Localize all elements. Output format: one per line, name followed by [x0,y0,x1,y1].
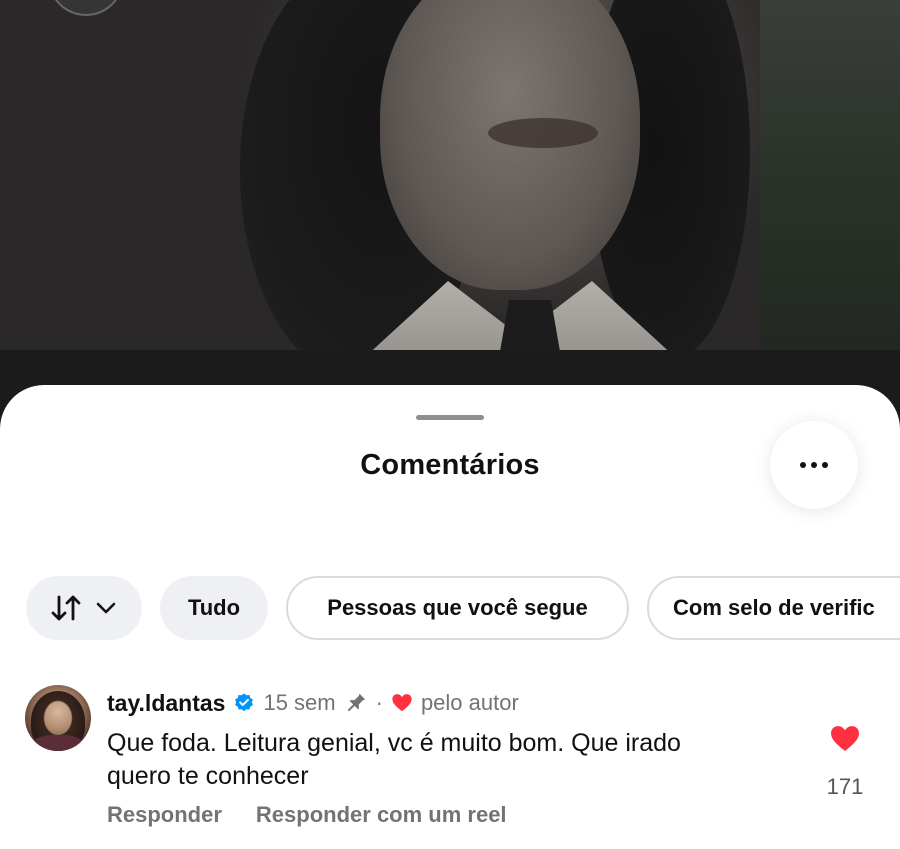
drag-handle[interactable] [416,415,484,420]
more-icon [800,462,806,468]
more-options-button[interactable] [770,421,858,509]
reply-button[interactable]: Responder [107,802,222,828]
heart-icon [392,694,412,712]
filter-chip-all[interactable]: Tudo [160,576,268,640]
filter-chip-verified[interactable]: Com selo de verific [647,576,900,640]
liked-by-author-label: pelo autor [420,690,519,715]
comment-text-line: Que foda. Leitura genial, vc é muito bom… [107,729,681,757]
heart-filled-icon [831,726,859,751]
sort-button[interactable] [26,576,142,640]
comments-sheet: Comentários Tudo Pessoas que você segue … [0,385,900,849]
comment-item: tay.ldantas 15 sem · pelo autor Que foda… [25,685,875,835]
comment-meta: tay.ldantas 15 sem · pelo autor [107,688,519,718]
separator-dot: · [375,690,383,715]
comment-text: Que foda. Leitura genial, vc é muito bom… [107,727,807,793]
avatar[interactable] [25,685,91,751]
reply-with-reel-button[interactable]: Responder com um reel [256,802,507,828]
comment-actions: Responder Responder com um reel [107,802,507,828]
like-button[interactable] [820,723,870,755]
video-background [0,0,900,420]
sort-arrows-icon [51,595,81,621]
video-overlay-button[interactable] [48,0,124,16]
pin-icon [347,693,365,712]
verified-badge-icon [235,693,254,712]
comment-text-line: quero te conhecer [107,762,309,790]
comment-time: 15 sem [263,690,336,715]
filter-chip-following[interactable]: Pessoas que você segue [286,576,629,640]
sheet-title: Comentários [360,449,540,481]
chevron-down-icon [96,602,116,614]
like-count: 171 [826,774,864,799]
comment-username[interactable]: tay.ldantas [107,690,225,717]
filter-chips: Tudo Pessoas que você segue Com selo de … [26,576,900,640]
